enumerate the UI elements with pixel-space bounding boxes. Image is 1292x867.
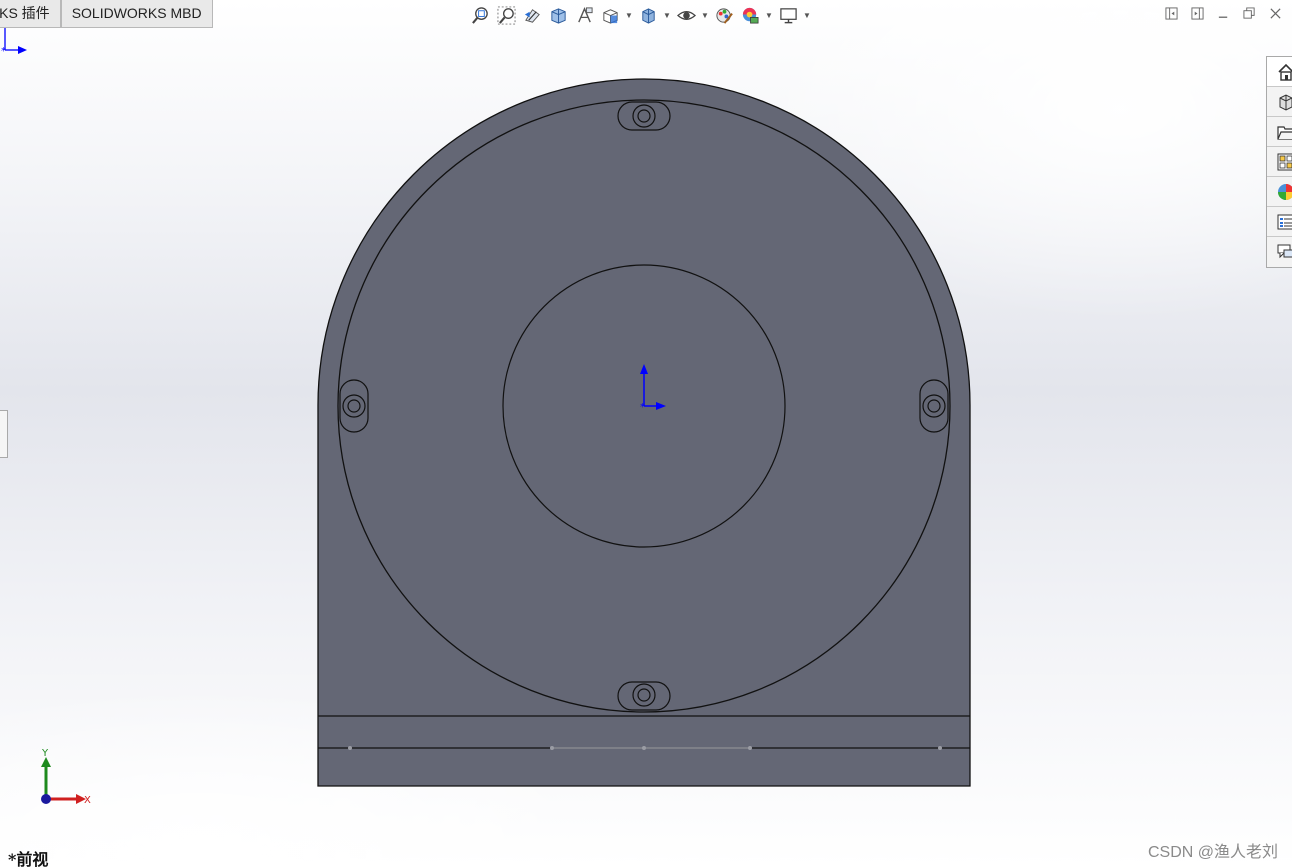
appearances-scenes-icon[interactable]: [1267, 177, 1292, 207]
bottom-bolt-outer: [632, 683, 656, 707]
view-palette-icon[interactable]: [1267, 147, 1292, 177]
view-orientation-label: *前视: [8, 850, 49, 867]
tab-solidworks-mbd[interactable]: SOLIDWORKS MBD: [60, 0, 213, 28]
design-library-icon[interactable]: [1267, 87, 1292, 117]
tab-solidworks-addins[interactable]: RKS 插件: [0, 0, 61, 28]
left-bolt-outer: [342, 394, 366, 418]
dynamic-annotation-views-icon[interactable]: [572, 4, 596, 26]
window-controls: [1164, 6, 1282, 20]
feature-manager-collapse-handle[interactable]: [0, 410, 8, 458]
base-vertex: [348, 746, 352, 750]
model-front-view: *: [317, 78, 971, 787]
view-orientation-icon[interactable]: [598, 4, 622, 26]
display-style-dropdown-icon[interactable]: ▼: [662, 4, 672, 26]
task-pane-tabs: [1266, 56, 1292, 268]
top-bolt-outer: [632, 104, 656, 128]
housing-body: [317, 78, 971, 787]
left-slot: [339, 379, 369, 433]
zoom-to-fit-icon[interactable]: [468, 4, 492, 26]
center-bore: [502, 264, 786, 548]
base-vertex: [550, 746, 554, 750]
sketch-origin-icon: *: [1, 28, 27, 57]
file-explorer-icon[interactable]: [1267, 117, 1292, 147]
close-icon[interactable]: [1268, 6, 1282, 20]
viewport-background: [0, 0, 1292, 867]
svg-text:*: *: [1, 46, 6, 57]
triad-y-label: Y: [41, 748, 49, 759]
heads-up-view-toolbar: ▼ ▼ ▼ ▼ ▼: [468, 4, 812, 26]
previous-view-icon[interactable]: [520, 4, 544, 26]
command-manager-tabs: RKS 插件 SOLIDWORKS MBD: [0, 0, 213, 28]
display-style-icon[interactable]: [636, 4, 660, 26]
minimize-icon[interactable]: [1216, 6, 1230, 20]
base-vertex: [938, 746, 942, 750]
tile-right-icon[interactable]: [1190, 6, 1204, 20]
top-bolt-inner: [637, 109, 651, 123]
triad-x-label: X: [84, 795, 91, 806]
custom-properties-icon[interactable]: [1267, 207, 1292, 237]
apply-scene-dropdown-icon[interactable]: ▼: [764, 4, 774, 26]
restore-icon[interactable]: [1242, 6, 1256, 20]
left-bolt-inner: [347, 399, 361, 413]
reference-triad: Y X: [41, 748, 91, 806]
base-vertex: [642, 746, 646, 750]
section-view-icon[interactable]: [546, 4, 570, 26]
solidworks-forum-icon[interactable]: [1267, 237, 1292, 267]
watermark: CSDN @渔人老刘: [1147, 844, 1278, 861]
hide-show-items-icon[interactable]: [674, 4, 698, 26]
view-orientation-dropdown-icon[interactable]: ▼: [624, 4, 634, 26]
solidworks-resources-icon[interactable]: [1267, 57, 1292, 87]
bottom-bolt-inner: [637, 688, 651, 702]
bottom-slot: [617, 681, 671, 711]
hide-show-dropdown-icon[interactable]: ▼: [700, 4, 710, 26]
right-slot: [919, 379, 949, 433]
zoom-to-area-icon[interactable]: [494, 4, 518, 26]
right-bolt-inner: [927, 399, 941, 413]
base-vertex: [748, 746, 752, 750]
apply-scene-icon[interactable]: [738, 4, 762, 26]
view-settings-dropdown-icon[interactable]: ▼: [802, 4, 812, 26]
edit-appearance-icon[interactable]: [712, 4, 736, 26]
view-settings-icon[interactable]: [776, 4, 800, 26]
flange-circle: [337, 99, 951, 713]
tile-left-icon[interactable]: [1164, 6, 1178, 20]
top-slot: [617, 101, 671, 131]
origin-icon: *: [640, 364, 666, 413]
svg-text:*: *: [640, 402, 645, 413]
right-bolt-outer: [922, 394, 946, 418]
